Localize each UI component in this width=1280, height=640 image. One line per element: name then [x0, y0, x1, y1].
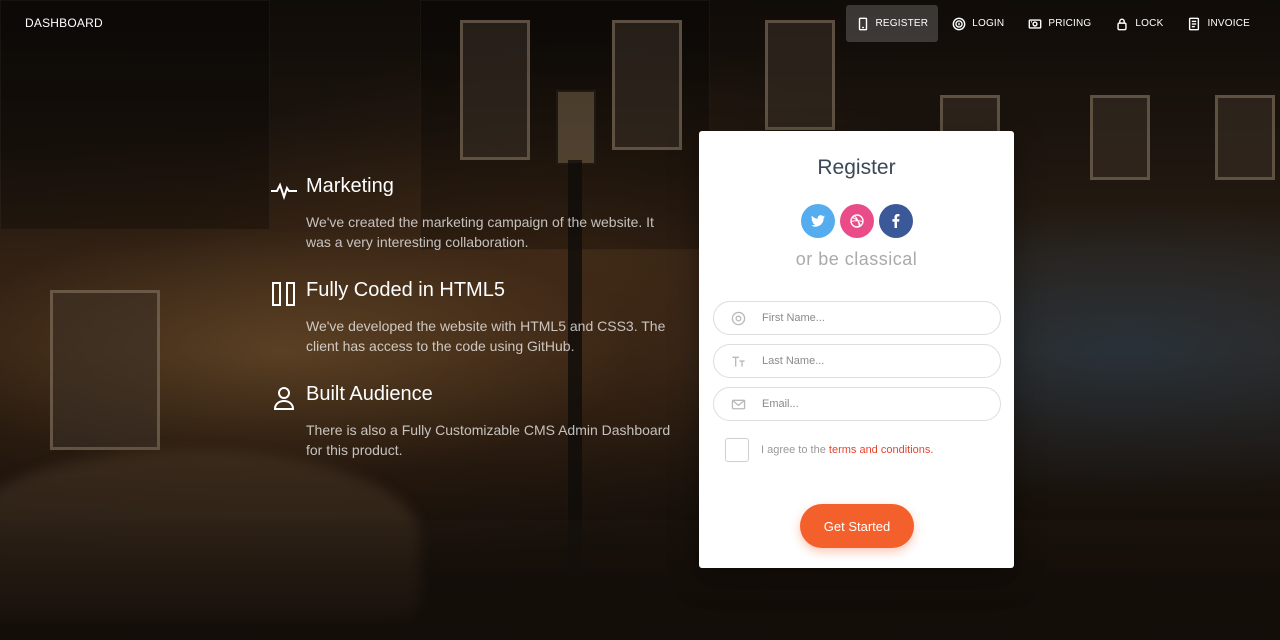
face-icon — [714, 311, 762, 326]
feature-description: There is also a Fully Customizable CMS A… — [306, 422, 671, 458]
money-icon — [1028, 18, 1042, 29]
dribbble-icon — [849, 214, 864, 228]
social-buttons — [699, 204, 1014, 238]
first-name-input[interactable] — [762, 312, 1000, 324]
email-icon — [714, 397, 762, 412]
document-icon — [1189, 17, 1200, 30]
text-size-icon — [714, 354, 762, 369]
feature-html5: Fully Coded in HTML5 We've developed the… — [270, 276, 680, 356]
terms-prefix: I agree to the — [761, 444, 829, 456]
feature-title: Fully Coded in HTML5 — [306, 279, 505, 301]
feature-description: We've created the marketing campaign of … — [306, 214, 654, 250]
nav-login-label: LOGIN — [972, 18, 1005, 29]
feature-description: We've developed the website with HTML5 a… — [306, 318, 666, 354]
terms-link[interactable]: terms and conditions. — [829, 444, 934, 456]
facebook-icon — [891, 214, 899, 228]
email-input[interactable] — [762, 398, 1000, 410]
feature-title: Marketing — [306, 175, 394, 197]
terms-agreement: I agree to the terms and conditions. — [725, 438, 933, 462]
register-card: Register or be classical I agree to — [699, 131, 1014, 568]
feature-marketing: Marketing We've created the marketing ca… — [270, 172, 680, 252]
last-name-field — [713, 344, 1001, 378]
features-list: Marketing We've created the marketing ca… — [270, 172, 680, 484]
nav-links: REGISTER LOGIN PRICING LOCK INVOICE — [845, 5, 1261, 42]
nav-lock-label: LOCK — [1135, 18, 1164, 29]
nav-invoice[interactable]: INVOICE — [1177, 5, 1260, 42]
dribbble-button[interactable] — [839, 204, 874, 238]
email-field — [713, 387, 1001, 421]
twitter-icon — [810, 215, 825, 227]
facebook-button[interactable] — [878, 204, 913, 238]
nav-register-label: REGISTER — [875, 18, 929, 29]
nav-login[interactable]: LOGIN — [942, 5, 1014, 42]
last-name-input[interactable] — [762, 355, 1000, 367]
pulse-icon — [270, 176, 298, 204]
first-name-field — [713, 301, 1001, 335]
fingerprint-icon — [952, 17, 966, 30]
tablet-icon — [858, 17, 867, 30]
twitter-button[interactable] — [800, 204, 835, 238]
brand-link[interactable]: DASHBOARD — [25, 16, 103, 30]
nav-pricing[interactable]: PRICING — [1018, 5, 1101, 42]
nav-pricing-label: PRICING — [1048, 18, 1092, 29]
get-started-button[interactable]: Get Started — [800, 504, 914, 548]
feature-audience: Built Audience There is also a Fully Cus… — [270, 380, 680, 460]
nav-lock[interactable]: LOCK — [1105, 5, 1173, 42]
card-subtitle: or be classical — [795, 249, 918, 269]
lock-icon — [1117, 18, 1128, 30]
terms-checkbox[interactable] — [725, 438, 749, 462]
top-navbar: DASHBOARD REGISTER LOGIN PRICING LOCK IN… — [0, 0, 1280, 46]
nav-invoice-label: INVOICE — [1207, 18, 1250, 29]
card-title: Register — [817, 156, 896, 179]
terms-text: I agree to the terms and conditions. — [761, 444, 933, 456]
columns-icon — [270, 280, 298, 308]
feature-title: Built Audience — [306, 383, 433, 405]
nav-register[interactable]: REGISTER — [845, 5, 939, 42]
user-icon — [270, 384, 298, 412]
